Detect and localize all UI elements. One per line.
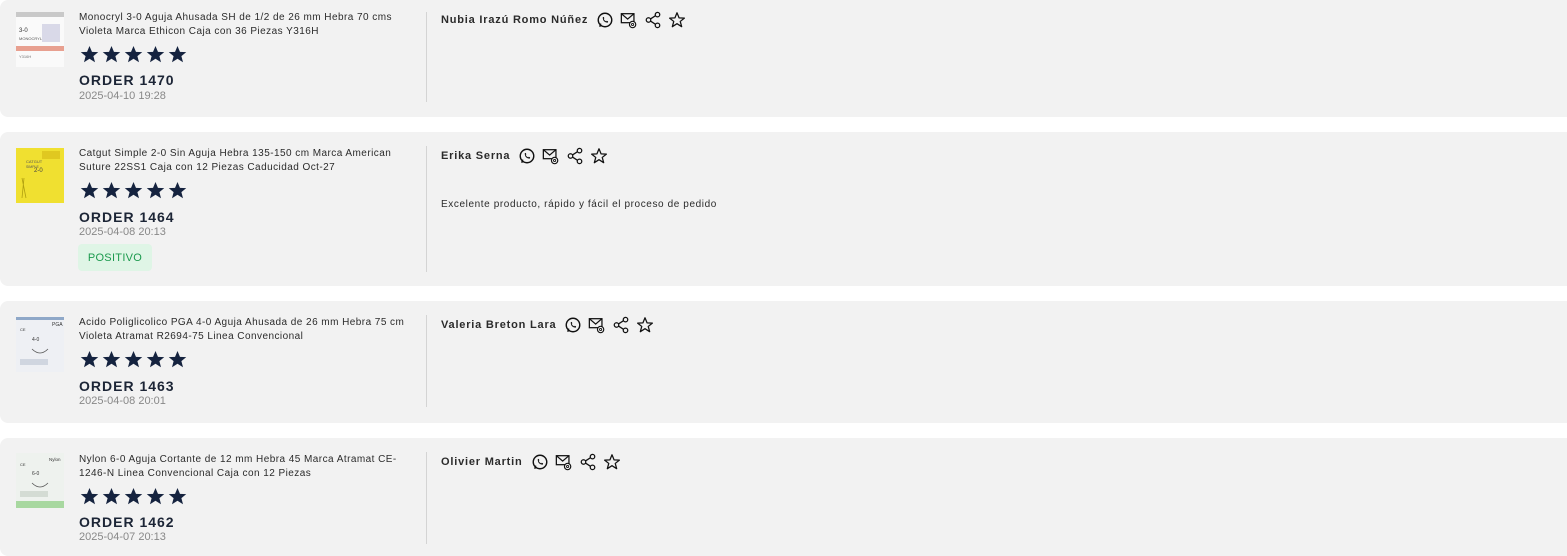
share-icon[interactable]	[644, 11, 662, 29]
star-filled-icon	[124, 181, 143, 199]
star-outline-icon[interactable]	[636, 316, 654, 334]
star-outline-icon[interactable]	[590, 147, 608, 165]
star-filled-icon	[102, 181, 121, 199]
thumb-text: CE	[20, 462, 26, 467]
review-comment: Excelente producto, rápido y fácil el pr…	[441, 199, 717, 210]
star-filled-icon	[146, 487, 165, 505]
star-filled-icon	[80, 181, 99, 199]
star-filled-icon	[124, 350, 143, 368]
thumb-text: MONOCRYL	[19, 36, 43, 41]
share-icon[interactable]	[579, 453, 597, 471]
star-filled-icon	[102, 45, 121, 63]
rating-stars	[80, 45, 187, 65]
order-number[interactable]: ORDER 1470	[79, 72, 175, 88]
rating-stars	[80, 487, 187, 507]
customer-name: Erika Serna	[441, 150, 511, 162]
thumb-text: Nylon	[49, 457, 61, 462]
customer-name: Olivier Martin	[441, 456, 523, 468]
star-filled-icon	[168, 45, 187, 63]
star-filled-icon	[102, 350, 121, 368]
whatsapp-icon[interactable]	[596, 11, 614, 29]
sentiment-badge: POSITIVO	[78, 244, 152, 271]
review-card: 3-0 MONOCRYL Y316H Monocryl 3-0 Aguja Ah…	[0, 0, 1567, 117]
star-filled-icon	[102, 487, 121, 505]
email-icon[interactable]	[620, 11, 638, 29]
star-filled-icon	[168, 181, 187, 199]
thumb-text: SIMPLE	[26, 165, 40, 169]
star-filled-icon	[168, 350, 187, 368]
thumb-text: PGA	[52, 322, 63, 328]
star-outline-icon[interactable]	[603, 453, 621, 471]
thumb-text: 4-0	[32, 337, 39, 343]
divider	[426, 315, 427, 407]
thumb-text: CATGUT	[26, 159, 43, 164]
review-card: Nylon CE 6-0 Nylon 6-0 Aguja Cortante de…	[0, 438, 1567, 556]
review-date: 2025-04-10 19:28	[79, 90, 166, 102]
thumb-text: 6-0	[32, 471, 39, 477]
star-filled-icon	[146, 45, 165, 63]
star-filled-icon	[80, 350, 99, 368]
star-filled-icon	[80, 487, 99, 505]
product-thumbnail[interactable]: Nylon CE 6-0	[16, 453, 64, 508]
whatsapp-icon[interactable]	[564, 316, 582, 334]
product-thumbnail[interactable]: PGA CE 4-0	[16, 317, 64, 372]
star-filled-icon	[168, 487, 187, 505]
whatsapp-icon[interactable]	[518, 147, 536, 165]
product-title[interactable]: Catgut Simple 2-0 Sin Aguja Hebra 135-15…	[79, 147, 414, 174]
email-icon[interactable]	[542, 147, 560, 165]
review-card: 2-0 CATGUT SIMPLE Catgut Simple 2-0 Sin …	[0, 132, 1567, 286]
product-thumbnail[interactable]: 3-0 MONOCRYL Y316H	[16, 12, 64, 67]
thumb-text: 3-0	[19, 28, 28, 34]
customer-name: Nubia Irazú Romo Núñez	[441, 14, 589, 26]
star-outline-icon[interactable]	[668, 11, 686, 29]
thumb-text: Y316H	[19, 54, 31, 59]
divider	[426, 146, 427, 272]
rating-stars	[80, 350, 187, 370]
share-icon[interactable]	[566, 147, 584, 165]
divider	[426, 452, 427, 544]
customer-name: Valeria Breton Lara	[441, 319, 557, 331]
share-icon[interactable]	[612, 316, 630, 334]
customer-row: Nubia Irazú Romo Núñez	[441, 10, 686, 30]
email-icon[interactable]	[555, 453, 573, 471]
product-title[interactable]: Nylon 6-0 Aguja Cortante de 12 mm Hebra …	[79, 453, 414, 480]
thumb-text: CE	[20, 327, 26, 332]
customer-row: Olivier Martin	[441, 452, 621, 472]
star-filled-icon	[124, 487, 143, 505]
whatsapp-icon[interactable]	[531, 453, 549, 471]
review-date: 2025-04-07 20:13	[79, 531, 166, 543]
star-filled-icon	[80, 45, 99, 63]
customer-row: Valeria Breton Lara	[441, 315, 654, 335]
order-number[interactable]: ORDER 1464	[79, 209, 175, 225]
email-icon[interactable]	[588, 316, 606, 334]
rating-stars	[80, 181, 187, 201]
order-number[interactable]: ORDER 1462	[79, 514, 175, 530]
review-date: 2025-04-08 20:01	[79, 395, 166, 407]
review-card: PGA CE 4-0 Acido Poliglicolico PGA 4-0 A…	[0, 301, 1567, 423]
product-title[interactable]: Monocryl 3-0 Aguja Ahusada SH de 1/2 de …	[79, 11, 414, 38]
review-date: 2025-04-08 20:13	[79, 226, 166, 238]
divider	[426, 12, 427, 102]
star-filled-icon	[146, 181, 165, 199]
order-number[interactable]: ORDER 1463	[79, 378, 175, 394]
star-filled-icon	[146, 350, 165, 368]
star-filled-icon	[124, 45, 143, 63]
product-title[interactable]: Acido Poliglicolico PGA 4-0 Aguja Ahusad…	[79, 316, 414, 343]
customer-row: Erika Serna	[441, 146, 608, 166]
product-thumbnail[interactable]: 2-0 CATGUT SIMPLE	[16, 148, 64, 203]
